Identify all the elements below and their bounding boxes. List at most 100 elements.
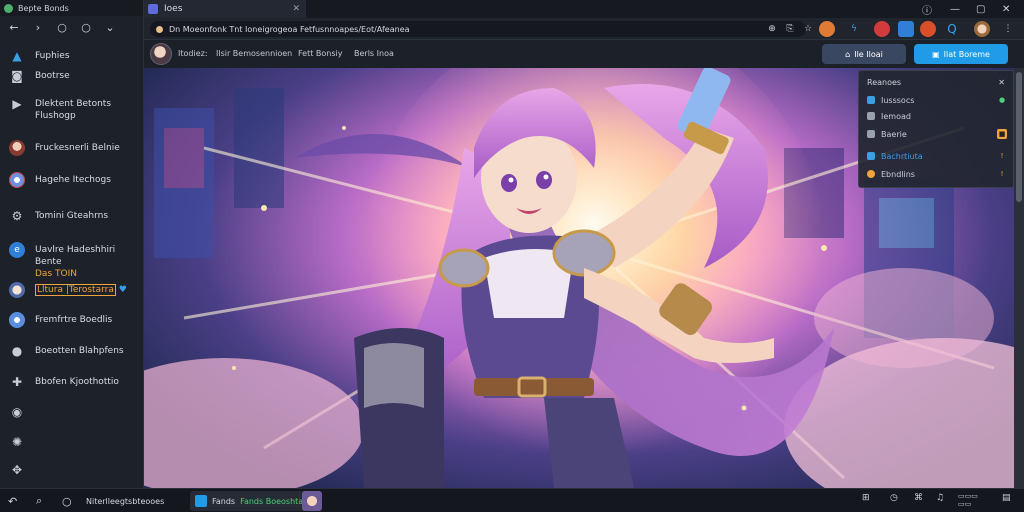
save-icon: ▣	[932, 49, 940, 59]
maximize-icon[interactable]: ▢	[976, 0, 985, 18]
crumb-3[interactable]: Fett Bonsiy	[298, 49, 342, 58]
sidebar-item-fremfrtre[interactable]: Fremfrtre Boedlis	[0, 312, 144, 328]
panel-row-label: Bachrtiuta	[881, 151, 923, 161]
panel-row-label: Ebndlins	[881, 169, 915, 179]
sidebar-item-fuphies[interactable]: ▲ Fuphies	[0, 48, 144, 64]
sidebar-item-label: Tomini Gteahrns	[35, 211, 109, 221]
panel-row[interactable]: Iusssocs ●	[867, 93, 1007, 107]
sidebar-item-fruckesnerli[interactable]: Fruckesnerli Belnie	[0, 140, 144, 156]
sidebar-item-label: Fuphies	[35, 51, 70, 61]
sidebar-item-tag: Lltura |Terostarra	[35, 284, 116, 296]
alert-icon: !	[1000, 170, 1004, 178]
sidebar-item-lltura[interactable]: Lltura |Terostarra ♥	[0, 282, 144, 298]
url-field[interactable]: Dn Moeonfonk Tnt Ioneigrogeoa Fetfusnnoa…	[150, 21, 806, 37]
sidebar-item-uavlre[interactable]: e Uavlre Hadeshhiri Bente Das TOIN	[0, 242, 144, 280]
extension-blue-icon[interactable]	[898, 21, 914, 37]
close-tab-icon[interactable]: ✕	[292, 4, 300, 14]
extension-red-icon[interactable]	[874, 21, 890, 37]
puzzle-icon: ✚	[11, 375, 23, 389]
crumb-2[interactable]: Ilsir Bemosennioen	[216, 49, 292, 58]
sidebar-item-text: Uavlre Hadeshhiri Bente Das TOIN	[35, 242, 135, 280]
menu-icon[interactable]: ⋮	[1000, 21, 1016, 37]
row-icon	[867, 112, 875, 120]
sidebar-item-bbofen[interactable]: ✚ Bbofen Kjoothottio	[0, 374, 144, 390]
undo-icon[interactable]: ↶	[8, 493, 17, 509]
chrome-icon	[9, 172, 25, 188]
app-logo-icon	[4, 3, 13, 13]
tray-grid-icon[interactable]: ⊞	[862, 493, 870, 503]
sidebar-item-gamepad[interactable]: ✥	[0, 462, 144, 478]
taskbar-search-text[interactable]: Niterlleegtsbteooes	[86, 493, 164, 509]
close-icon[interactable]: ✕	[998, 78, 1005, 87]
globe-icon: ✺	[11, 435, 23, 449]
close-window-icon[interactable]: ✕	[1002, 0, 1010, 18]
taskbar-app-label-first: Fands	[212, 496, 236, 506]
url-text: Dn Moeonfonk Tnt Ioneigrogeoa Fetfusnnoa…	[169, 24, 410, 34]
user-avatar[interactable]	[150, 43, 172, 65]
tray-volume-icon[interactable]: ♫	[936, 493, 944, 503]
search-icon[interactable]: ⌕	[36, 493, 42, 509]
taskbar-app[interactable]: Fands Fands Boeoshtarns	[190, 491, 321, 511]
tray-datetime[interactable]: ▭▭▭ ▭▭	[958, 492, 978, 508]
browser-tab[interactable]: Ioes ✕	[144, 0, 306, 18]
bookmark-star-icon[interactable]: ☆	[800, 21, 816, 37]
extension-fox-icon[interactable]	[819, 21, 835, 37]
back-icon[interactable]: ←	[8, 22, 20, 34]
site-info-icon	[156, 25, 163, 33]
play-icon: ▶	[12, 97, 22, 111]
panel-row[interactable]: Iemoad	[867, 109, 1007, 123]
forward-icon[interactable]: ›	[32, 22, 44, 34]
scrollbar-thumb[interactable]	[1016, 72, 1022, 202]
sidebar-item-bootrse[interactable]: ◙ Bootrse	[0, 68, 144, 84]
edge-icon: e	[9, 242, 25, 258]
tray-clock-icon[interactable]: ◷	[890, 493, 898, 503]
address-bar: Dn Moeonfonk Tnt Ioneigrogeoa Fetfusnnoa…	[144, 18, 1024, 40]
window-title: Bepte Bonds	[18, 3, 69, 13]
notification-icon[interactable]: ▤	[1002, 493, 1011, 503]
extension-orange-icon[interactable]	[920, 21, 936, 37]
sidebar-item-label: Dlektent Betonts Flushogp	[35, 99, 112, 121]
circle-icon: ◉	[11, 405, 23, 419]
extension-search-icon[interactable]: Q	[944, 21, 960, 37]
minimize-icon[interactable]: —	[950, 0, 960, 18]
sidebar-item-dlektent[interactable]: ▶ Dlektent Betonts Flushogp	[0, 96, 144, 122]
sidebar-item-boeotten[interactable]: ● Boeotten Blahpfens	[0, 343, 144, 359]
tray-network-icon[interactable]: ⌘	[914, 493, 923, 503]
sidebar-item-globe[interactable]: ✺	[0, 434, 144, 450]
panel-row[interactable]: Ebndlins !	[867, 167, 1007, 181]
resources-panel: Reanoes ✕ Iusssocs ● Iemoad Baerie ■ Bac…	[858, 70, 1014, 188]
primary-button[interactable]: ▣ Ilat Boreme	[914, 44, 1008, 64]
share-icon[interactable]: ⎘	[782, 21, 798, 37]
panel-title: Reanoes	[867, 77, 902, 87]
zoom-icon[interactable]: ⊕	[764, 21, 780, 37]
gamepad-small-icon: ✥	[11, 463, 23, 477]
circle-icon[interactable]: ○	[62, 493, 72, 509]
tab-favicon-icon	[148, 4, 158, 14]
taskbar-avatar[interactable]	[302, 491, 322, 511]
panel-row-label: Baerie	[881, 129, 907, 139]
sidebar-item-hagehe[interactable]: Hagehe Itechogs	[0, 172, 144, 188]
sidebar-item-circle[interactable]: ◉	[0, 404, 144, 420]
secondary-button[interactable]: ⌂ Ile Iloai	[822, 44, 906, 64]
extension-bolt-icon[interactable]: ϟ	[846, 21, 862, 37]
status-dot-icon: ●	[998, 96, 1006, 104]
crumb-4[interactable]: Berls Inoa	[354, 49, 394, 58]
chevron-down-icon[interactable]: ⌄	[104, 22, 116, 34]
page-scrollbar[interactable]	[1014, 68, 1024, 488]
sidebar-item-label: Fruckesnerli Belnie	[35, 143, 120, 153]
row-icon	[867, 170, 875, 178]
profile-avatar-icon[interactable]	[974, 21, 990, 37]
sidebar-item-label: Hagehe Itechogs	[35, 175, 111, 185]
panel-row-label: Iusssocs	[881, 95, 915, 105]
sidebar-item-label: Bootrse	[35, 71, 70, 81]
sidebar-item-sub: Das TOIN	[35, 269, 77, 279]
gamepad-icon: ◙	[11, 69, 23, 83]
panel-row-label: Iemoad	[881, 111, 911, 121]
refresh-icon[interactable]: ○	[56, 22, 68, 34]
crumb-1[interactable]: Itodiez:	[178, 49, 208, 58]
sidebar-item-tomini[interactable]: ⚙ Tomini Gteahrns	[0, 208, 144, 224]
record-icon[interactable]: ○	[80, 22, 92, 34]
panel-row[interactable]: Baerie ■	[867, 127, 1007, 141]
panel-row[interactable]: Bachrtiuta !	[867, 149, 1007, 163]
info-icon[interactable]: ⓘ	[922, 0, 932, 18]
